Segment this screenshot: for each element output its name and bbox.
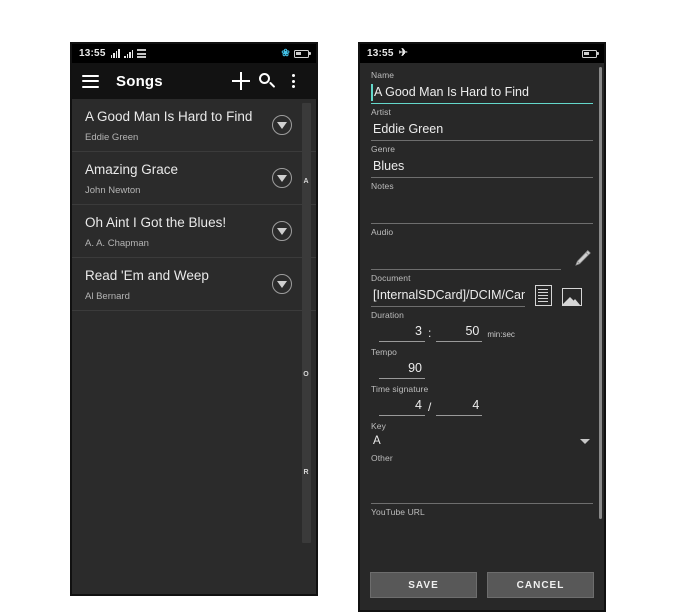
index-letter-r[interactable]: R [302,469,310,476]
list-item[interactable]: Read 'Em and Weep Al Bernard [72,258,316,311]
duration-seconds-input[interactable]: 50 [436,322,483,342]
index-letter-o[interactable]: O [302,371,310,378]
field-label: Key [371,421,386,431]
field-label: Artist [371,107,391,117]
song-title: Oh Aint I Got the Blues! [85,215,227,230]
song-title: A Good Man Is Hard to Find [85,109,253,124]
key-value: A [373,435,381,447]
artist-input[interactable]: Eddie Green [371,119,593,141]
audio-input[interactable] [371,239,561,270]
app-toolbar: Songs [72,63,316,99]
field-tempo: Tempo 90 [371,346,593,379]
field-label: YouTube URL [371,507,425,517]
kebab-menu-icon [291,74,295,88]
hamburger-menu-icon[interactable] [82,74,99,88]
right-status-bar: 13:55 ✈ [360,44,604,63]
time-signature-denominator-input[interactable]: 4 [436,396,483,416]
field-label: Time signature [371,384,429,394]
plus-icon [232,72,250,90]
notes-input[interactable] [371,193,593,224]
search-icon [259,73,275,89]
status-time: 13:55 [79,48,106,59]
form-scrollbar[interactable] [599,67,602,519]
other-input[interactable] [371,465,593,504]
genre-input[interactable]: Blues [371,156,593,178]
song-title: Amazing Grace [85,162,179,177]
list-scrollbar[interactable] [302,103,311,543]
time-signature-separator: / [428,400,432,414]
field-label: Audio [371,227,394,237]
document-path-input[interactable]: [InternalSDCard]/DCIM/Can [371,285,525,307]
form-action-bar: SAVE CANCEL [360,568,604,610]
field-label: Name [371,70,395,80]
name-input[interactable]: A Good Man Is Hard to Find [371,82,593,104]
network-grid-icon [137,49,147,58]
duration-separator: : [428,326,432,340]
status-time: 13:55 [367,48,394,59]
left-status-bar: 13:55 ❀ [72,44,316,63]
song-artist: John Newton [85,185,141,196]
list-item[interactable]: Amazing Grace John Newton [72,152,316,205]
field-label: Tempo [371,347,398,357]
battery-icon [294,49,311,58]
field-other: Other [371,452,593,504]
expand-icon[interactable] [272,168,292,188]
field-label: Notes [371,181,394,191]
airplane-mode-icon: ✈ [398,47,408,59]
page-title: Songs [116,72,163,90]
field-key: Key A [371,420,593,450]
chevron-down-icon[interactable] [580,439,590,444]
field-label: Document [371,273,411,283]
field-label: Other [371,453,393,463]
song-title: Read 'Em and Weep [85,268,209,283]
time-signature-numerator-input[interactable]: 4 [379,396,425,416]
overflow-menu-button[interactable] [280,68,306,94]
field-name: Name A Good Man Is Hard to Find [371,69,593,104]
duration-minutes-input[interactable]: 3 [379,322,425,342]
right-phone-frame: 13:55 ✈ Name A Good Man Is Hard to Find … [358,42,606,612]
field-youtube-url: YouTube URL [371,506,593,518]
cancel-button[interactable]: CANCEL [487,572,594,598]
duration-unit-label: min:sec [487,330,515,339]
pencil-icon[interactable] [571,247,593,269]
key-select[interactable]: A [371,433,593,450]
bluetooth-icon: ❀ [281,47,290,59]
field-genre: Genre Blues [371,143,593,178]
battery-icon [582,49,599,58]
field-label: Duration [371,310,404,320]
field-label: Genre [371,144,396,154]
expand-icon[interactable] [272,221,292,241]
index-letter-a[interactable]: A [302,178,310,185]
expand-icon[interactable] [272,115,292,135]
song-edit-form: Name A Good Man Is Hard to Find Artist E… [360,63,604,610]
field-duration: Duration 3 : 50 min:sec [371,309,593,342]
left-phone-frame: 13:55 ❀ Songs A Good Man Is Hard to Find… [70,42,318,596]
field-audio: Audio [371,226,593,270]
sim-signal-icon [123,49,134,58]
list-item[interactable]: Oh Aint I Got the Blues! A. A. Chapman [72,205,316,258]
document-icon[interactable] [535,285,552,306]
field-artist: Artist Eddie Green [371,106,593,141]
song-list[interactable]: A Good Man Is Hard to Find Eddie Green A… [72,99,316,594]
song-artist: A. A. Chapman [85,238,149,249]
field-time-signature: Time signature 4 / 4 [371,383,593,416]
list-item[interactable]: A Good Man Is Hard to Find Eddie Green [72,99,316,152]
tempo-input[interactable]: 90 [379,359,425,379]
save-button[interactable]: SAVE [370,572,477,598]
signal-bars-icon [110,49,120,58]
add-song-button[interactable] [228,68,254,94]
song-artist: Eddie Green [85,132,139,143]
field-document: Document [InternalSDCard]/DCIM/Can [371,272,593,307]
field-notes: Notes [371,180,593,224]
search-button[interactable] [254,68,280,94]
expand-icon[interactable] [272,274,292,294]
song-artist: Al Bernard [85,291,130,302]
image-icon[interactable] [562,288,582,306]
